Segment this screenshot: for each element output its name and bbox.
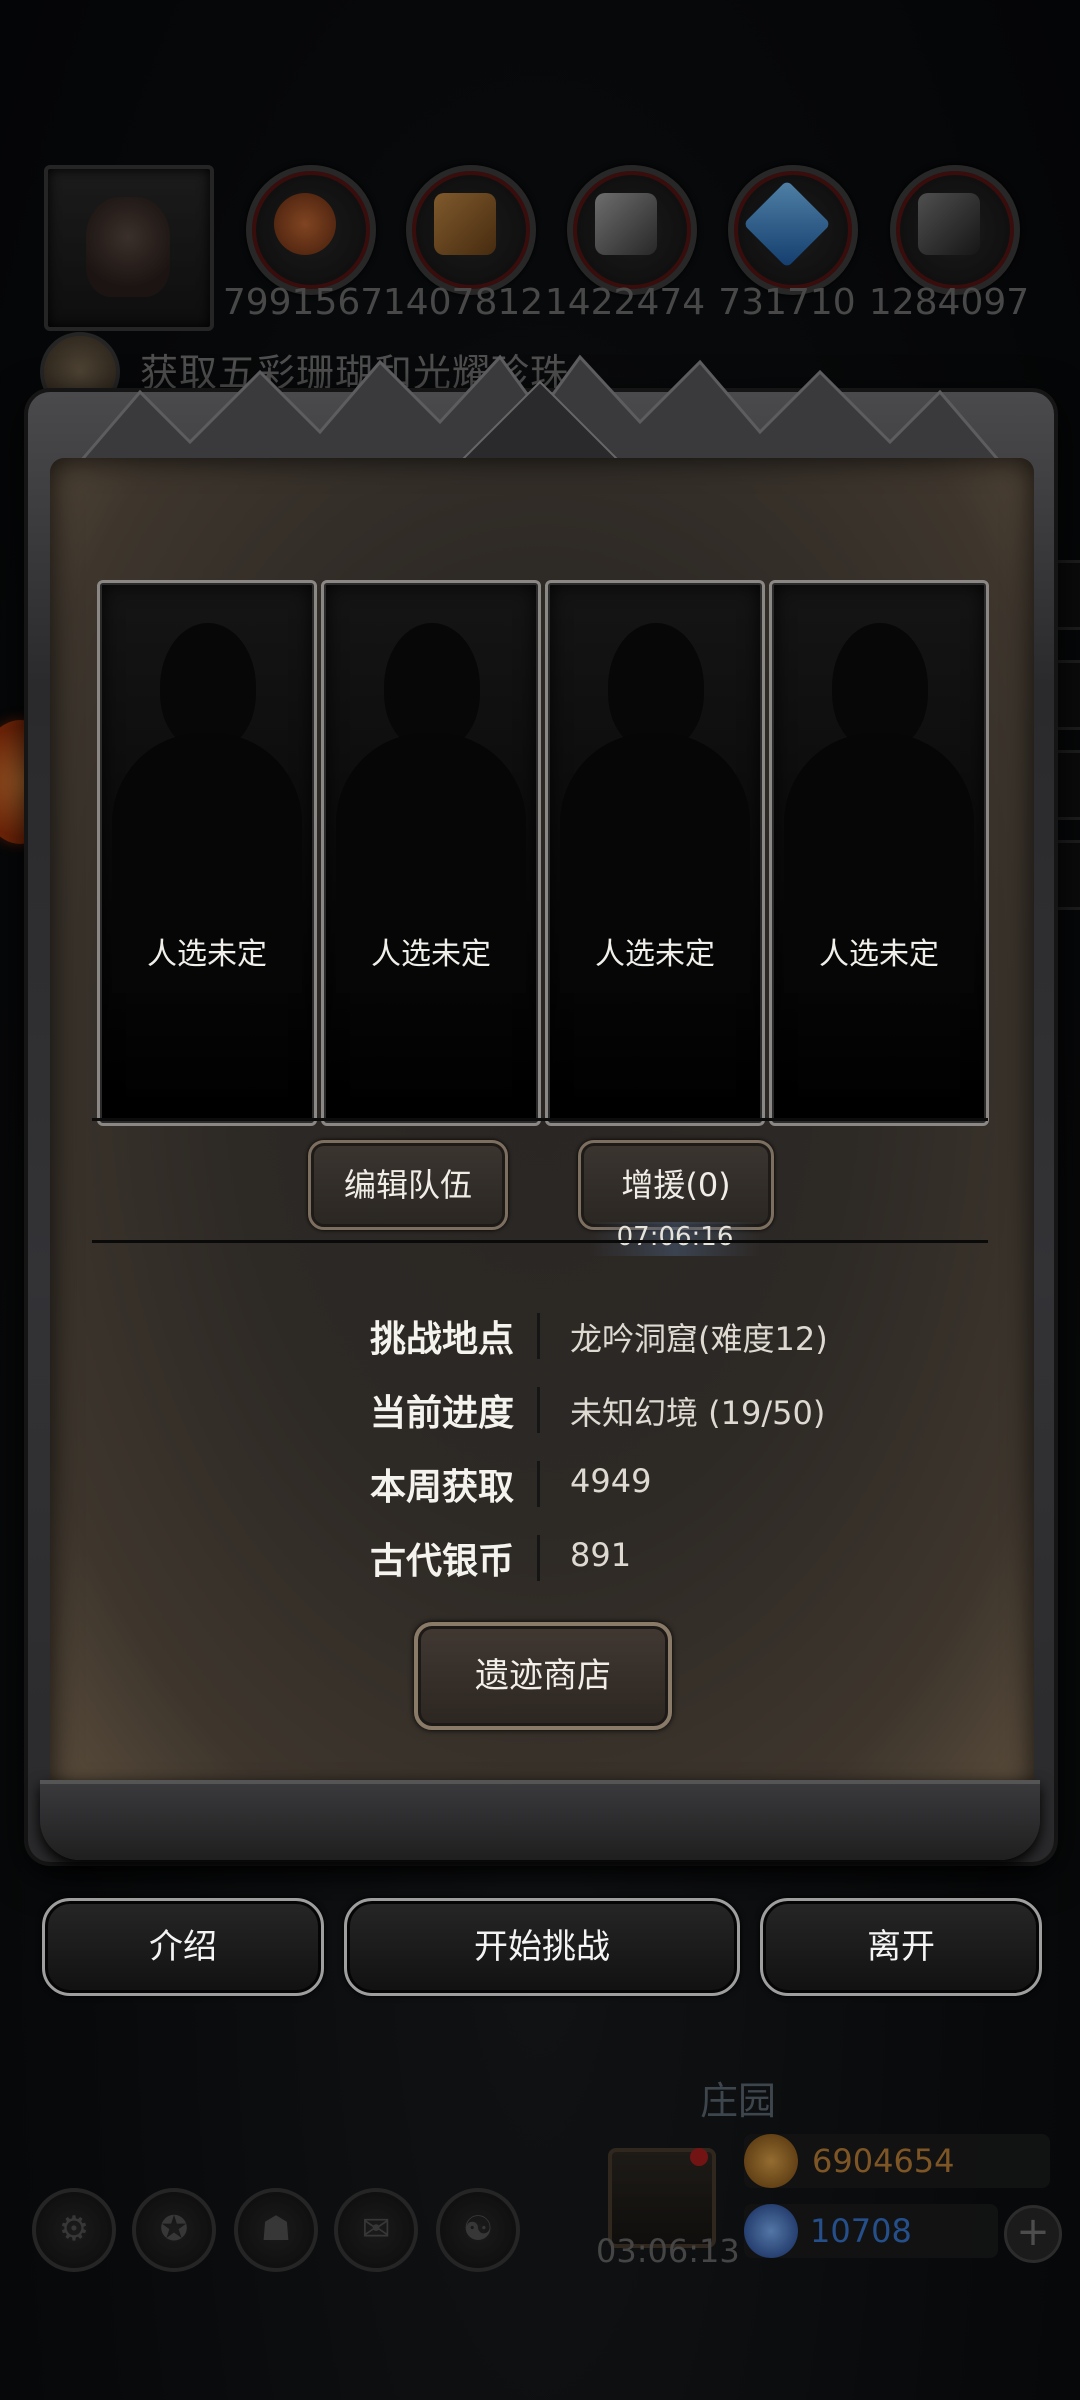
panel-bottom-ornament (40, 1780, 1040, 1860)
info-value-progress: 未知幻境 (19/50) (570, 1394, 826, 1432)
info-label-weekly: 本周获取 (369, 1467, 514, 1508)
hero-slot-4[interactable]: 人选未定 (769, 580, 989, 1126)
divider (92, 1240, 988, 1243)
panel-top-ornament (80, 354, 1000, 462)
hero-slot-3[interactable]: 人选未定 (545, 580, 765, 1126)
info-divider (537, 1461, 540, 1507)
slot-label: 人选未定 (147, 937, 267, 972)
reinforce-timer: 07:06:16 (590, 1222, 760, 1256)
slot-label: 人选未定 (819, 937, 939, 972)
start-challenge-button[interactable]: 开始挑战 (344, 1898, 740, 1996)
info-divider (537, 1535, 540, 1581)
info-label-coins: 古代银币 (369, 1541, 514, 1582)
info-value-coins: 891 (570, 1536, 632, 1574)
info-value-weekly: 4949 (570, 1462, 652, 1500)
slot-label: 人选未定 (371, 937, 491, 972)
info-label-progress: 当前进度 (369, 1393, 514, 1434)
divider (92, 1118, 988, 1121)
hero-silhouette (832, 623, 928, 751)
hero-silhouette (608, 623, 704, 751)
intro-button[interactable]: 介绍 (42, 1898, 324, 1996)
info-value-location: 龙吟洞窟(难度12) (570, 1320, 828, 1358)
relic-shop-button[interactable]: 遗迹商店 (414, 1622, 672, 1730)
hero-slot-1[interactable]: 人选未定 (97, 580, 317, 1126)
slot-label: 人选未定 (595, 937, 715, 972)
edit-team-button[interactable]: 编辑队伍 (308, 1140, 508, 1230)
info-divider (537, 1313, 540, 1359)
hero-slot-2[interactable]: 人选未定 (321, 580, 541, 1126)
reinforce-button[interactable]: 增援(0) (578, 1140, 774, 1230)
hero-silhouette (160, 623, 256, 751)
info-divider (537, 1387, 540, 1433)
info-label-location: 挑战地点 (369, 1319, 514, 1360)
hero-silhouette (384, 623, 480, 751)
leave-button[interactable]: 离开 (760, 1898, 1042, 1996)
